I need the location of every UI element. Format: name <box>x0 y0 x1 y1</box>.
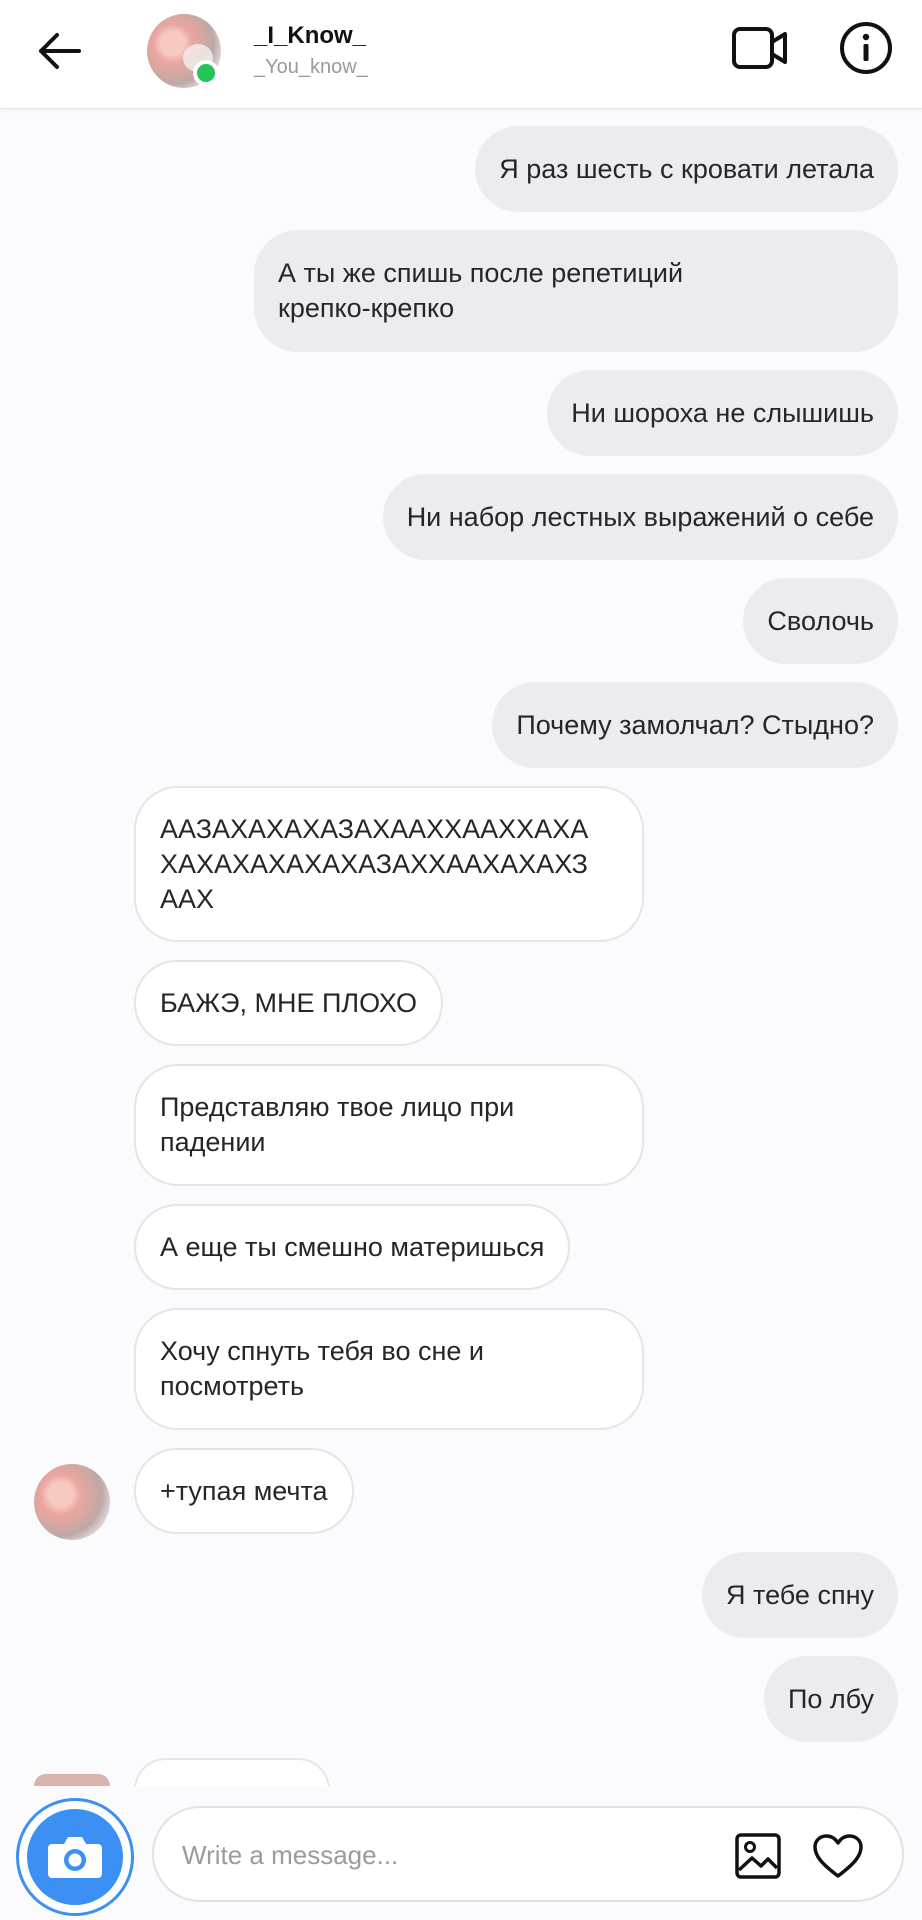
gallery-button[interactable] <box>732 1830 784 1882</box>
message-input[interactable]: Write a message... <box>152 1806 904 1902</box>
back-button[interactable] <box>30 22 88 80</box>
message-incoming[interactable]: А еще ты смешно материшься <box>134 1204 571 1290</box>
message-outgoing[interactable]: Сволочь <box>743 578 898 664</box>
message-outgoing[interactable]: Я раз шесть с кровати летала <box>475 126 898 212</box>
camera-button[interactable] <box>16 1798 134 1916</box>
message-text-line: Хочу спнуть тебя во сне и <box>160 1336 484 1366</box>
message-text: БАЖЭ, МНЕ ПЛОХО <box>160 987 418 1018</box>
camera-button-fill <box>27 1809 123 1905</box>
message-text-line: Представляю твое лицо при <box>160 1092 515 1122</box>
message-text: Сволочь <box>767 605 874 636</box>
video-call-button[interactable] <box>728 20 792 76</box>
image-icon <box>735 1833 781 1879</box>
arrow-left-icon <box>39 33 81 69</box>
chat-header: _I_Know_ _You_know_ <box>0 0 922 109</box>
video-camera-icon <box>732 27 787 69</box>
message-outgoing[interactable]: Я тебе спну <box>702 1552 898 1638</box>
message-incoming[interactable]: Хочу спнуть тебя во сне и посмотреть <box>134 1308 644 1430</box>
message-incoming[interactable]: Представляю твое лицо при падении <box>134 1064 644 1186</box>
message-text-line: крепко-крепко <box>278 293 455 323</box>
message-incoming[interactable]: +тупая мечта <box>134 1448 354 1534</box>
like-button[interactable] <box>810 1828 866 1884</box>
sender-avatar[interactable] <box>34 1464 110 1540</box>
contact-username: _You_know_ <box>254 56 368 78</box>
message-text: Ни шороха не слышишь <box>571 397 874 428</box>
message-incoming[interactable]: ААЗАХАХАХАЗАХААХХААХХАХА ХАХАХАХАХАХАЗАХ… <box>134 786 644 942</box>
info-icon <box>840 22 892 74</box>
message-outgoing[interactable]: Ни набор лестных выражений о себе <box>382 474 898 560</box>
message-input-placeholder: Write a message... <box>182 1840 399 1870</box>
message-incoming[interactable]: БАЖЭ, МНЕ ПЛОХО <box>134 960 444 1046</box>
message-text-line: падении <box>160 1127 266 1157</box>
message-outgoing[interactable]: Почему замолчал? Стыдно? <box>492 682 898 768</box>
contact-avatar[interactable] <box>147 14 221 88</box>
sender-avatar-partial <box>34 1774 110 1786</box>
message-text: Ни набор лестных выражений о себе <box>406 501 874 532</box>
heart-icon <box>813 1834 863 1878</box>
message-text: Я раз шесть с кровати летала <box>499 153 874 184</box>
info-button[interactable] <box>836 18 896 78</box>
camera-icon <box>48 1837 102 1878</box>
message-text-line: ААХ <box>160 883 215 914</box>
contact-name[interactable]: _I_Know_ <box>254 22 366 50</box>
message-outgoing[interactable]: По лбу <box>763 1656 898 1742</box>
message-text-line: посмотреть <box>160 1371 305 1401</box>
message-text-line: ААЗАХАХАХАЗАХААХХААХХАХА <box>160 813 589 844</box>
message-text: Я тебе спну <box>726 1579 874 1610</box>
online-status-indicator <box>193 60 219 86</box>
message-outgoing[interactable]: Ни шороха не слышишь <box>547 370 898 456</box>
message-text-line: ХАХАХАХАХАХАЗАХХААХАХАХЗ <box>160 848 588 879</box>
message-text: По лбу <box>787 1683 874 1714</box>
message-outgoing[interactable]: А ты же спишь после репетиций крепко-кре… <box>254 230 898 352</box>
message-text: Почему замолчал? Стыдно? <box>516 709 874 740</box>
message-text: А еще ты смешно материшься <box>160 1231 545 1262</box>
message-text-line: А ты же спишь после репетиций <box>278 258 684 288</box>
message-text: +тупая мечта <box>160 1475 328 1506</box>
